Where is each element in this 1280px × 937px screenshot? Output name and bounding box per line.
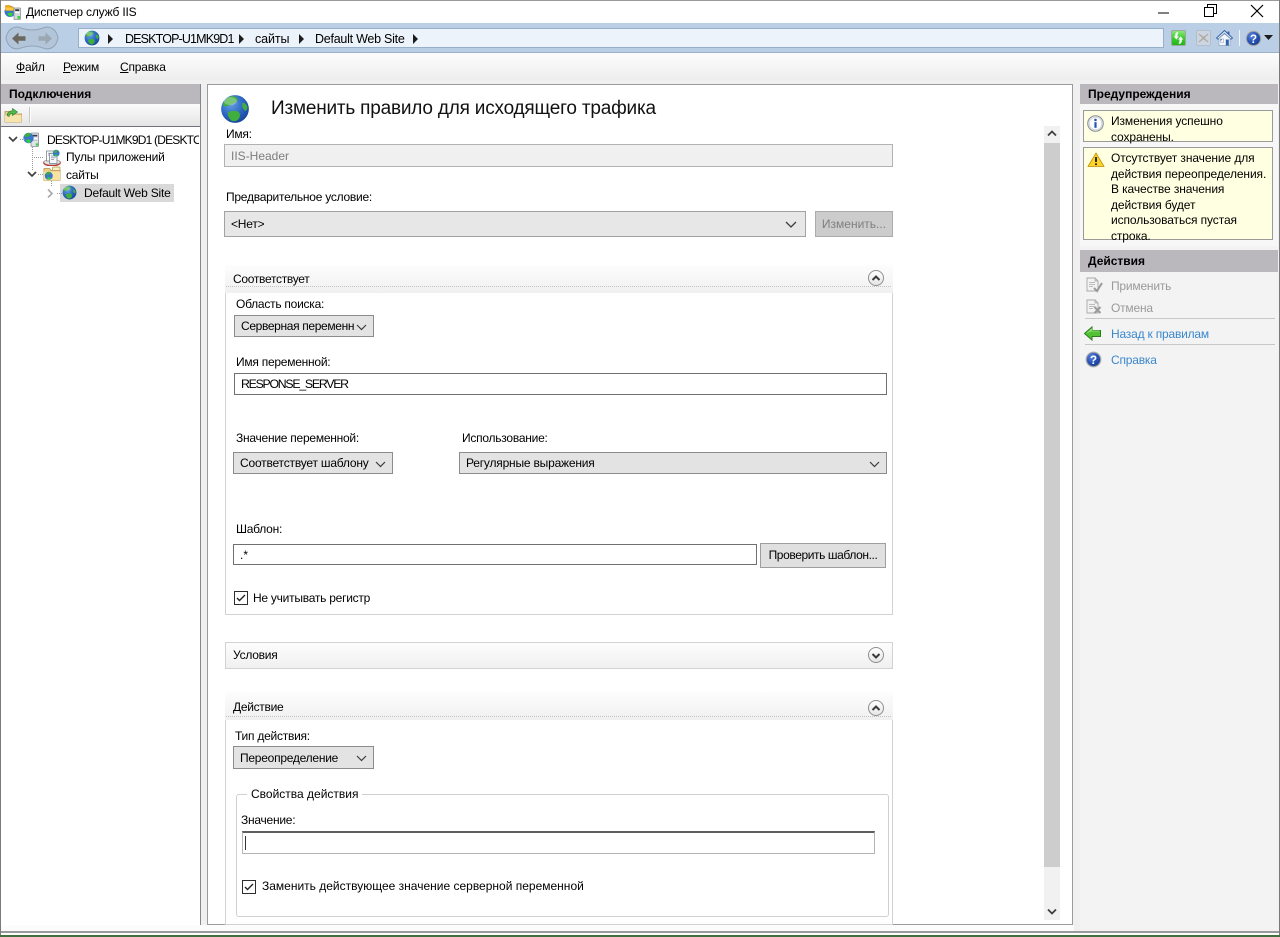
svg-text:?: ? [1250, 34, 1257, 46]
svg-text:?: ? [1090, 355, 1097, 367]
